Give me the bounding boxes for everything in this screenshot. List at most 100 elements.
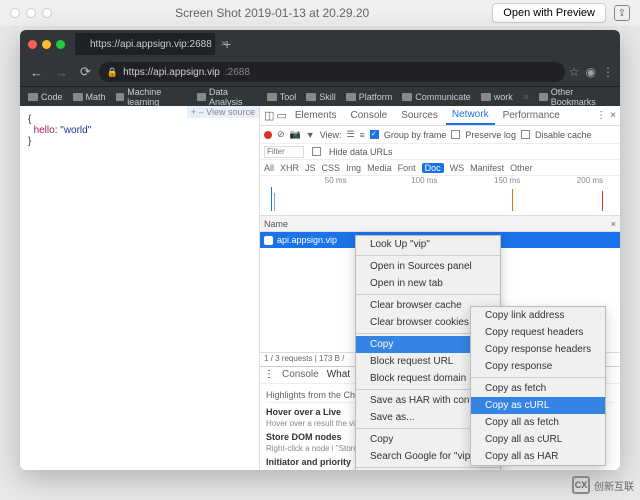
devtools-close-icon[interactable]: × <box>610 110 616 121</box>
bookmark-folder[interactable]: Skill <box>306 92 336 102</box>
type-js[interactable]: JS <box>305 163 316 173</box>
timeline-bar <box>271 187 272 211</box>
filter-input[interactable] <box>264 146 304 158</box>
type-xhr[interactable]: XHR <box>280 163 299 173</box>
ctx-copy-fetch[interactable]: Copy as fetch <box>471 380 605 397</box>
ctx-copy-curl[interactable]: Copy as cURL <box>471 397 605 414</box>
type-font[interactable]: Font <box>398 163 416 173</box>
tab-elements[interactable]: Elements <box>289 107 343 124</box>
network-timeline[interactable]: 50 ms 100 ms 150 ms 200 ms <box>260 176 620 216</box>
timeline-bar <box>602 191 603 211</box>
record-button[interactable] <box>264 131 272 139</box>
network-toolbar: ⊘ 📷 ▼ View: ☰ ≡ Group by frame Preserve … <box>260 126 620 144</box>
open-with-preview-button[interactable]: Open with Preview <box>492 3 606 23</box>
view-label: View: <box>320 130 342 140</box>
capture-button[interactable]: 📷 <box>290 129 301 140</box>
minimize-icon[interactable] <box>42 40 51 49</box>
close-dot[interactable] <box>10 8 20 18</box>
disable-cache-checkbox[interactable] <box>521 130 530 139</box>
menu-icon[interactable]: ⋮ <box>602 65 614 79</box>
device-icon[interactable]: ▭ <box>276 109 286 122</box>
bookmark-folder[interactable]: Data Analysis <box>197 87 256 107</box>
tab-performance[interactable]: Performance <box>497 107 566 124</box>
ctx-open-tab[interactable]: Open in new tab <box>356 275 500 292</box>
forward-button[interactable]: → <box>51 65 72 80</box>
browser-tab[interactable]: https://api.appsign.vip:2688 × <box>75 33 215 55</box>
macos-window-controls[interactable] <box>10 8 52 18</box>
type-css[interactable]: CSS <box>322 163 341 173</box>
bookmarks-bar: Code Math Machine learning Data Analysis… <box>20 86 620 106</box>
url-host: https://api.appsign.vip <box>123 67 220 78</box>
close-icon[interactable] <box>28 40 37 49</box>
devtools-menu-icon[interactable]: ⋮ <box>596 110 606 121</box>
ctx-lookup[interactable]: Look Up "vip" <box>356 236 500 253</box>
profile-icon[interactable]: ◉ <box>586 65 596 79</box>
zoom-dot[interactable] <box>42 8 52 18</box>
browser-tabbar: https://api.appsign.vip:2688 × + <box>20 30 620 58</box>
view-source-label[interactable]: + – View source <box>187 106 259 118</box>
filter-icon[interactable]: ▼ <box>306 130 315 140</box>
browser-window-controls[interactable] <box>28 40 65 49</box>
lock-icon: 🔒 <box>107 67 118 78</box>
ctx-copy-resp-headers[interactable]: Copy response headers <box>471 341 605 358</box>
request-table-header[interactable]: Name × <box>260 216 620 232</box>
share-icon[interactable]: ⇪ <box>614 5 630 21</box>
bookmark-folder[interactable]: work <box>481 92 513 102</box>
group-checkbox[interactable] <box>370 130 379 139</box>
tab-console[interactable]: Console <box>345 107 394 124</box>
ctx-copy-all-har[interactable]: Copy all as HAR <box>471 448 605 465</box>
json-line: } <box>28 136 251 147</box>
ctx-copy-all-curl[interactable]: Copy all as cURL <box>471 431 605 448</box>
ctx-copy-response[interactable]: Copy response <box>471 358 605 375</box>
page-content: + – View source { hello: "world" } <box>20 106 260 470</box>
copy-submenu: Copy link address Copy request headers C… <box>470 306 606 466</box>
back-button[interactable]: ← <box>26 65 47 80</box>
drawer-menu-icon[interactable]: ⋮ <box>264 369 274 380</box>
type-other[interactable]: Other <box>510 163 533 173</box>
type-manifest[interactable]: Manifest <box>470 163 504 173</box>
tab-network[interactable]: Network <box>446 106 495 125</box>
browser-window: https://api.appsign.vip:2688 × + ← → ⟳ 🔒… <box>20 30 620 470</box>
ctx-open-sources[interactable]: Open in Sources panel <box>356 258 500 275</box>
bookmark-folder[interactable]: Math <box>73 92 106 102</box>
type-ws[interactable]: WS <box>450 163 465 173</box>
bookmark-folder[interactable]: Tool <box>267 92 297 102</box>
tab-sources[interactable]: Sources <box>395 107 444 124</box>
inspect-icon[interactable]: ◫ <box>264 109 274 122</box>
new-tab-button[interactable]: + <box>215 36 239 52</box>
disable-cache-label: Disable cache <box>535 130 592 140</box>
type-doc[interactable]: Doc <box>422 163 444 173</box>
timeline-bar <box>274 193 275 211</box>
star-icon[interactable]: ☆ <box>569 65 580 79</box>
drawer-tab-console[interactable]: Console <box>282 369 319 380</box>
tab-title: https://api.appsign.vip:2688 <box>90 39 212 50</box>
folder-icon <box>267 93 277 101</box>
ctx-copy-link[interactable]: Copy link address <box>471 307 605 324</box>
type-media[interactable]: Media <box>367 163 392 173</box>
bookmark-folder[interactable]: Code <box>28 92 63 102</box>
overflow-icon[interactable]: » <box>523 91 529 103</box>
folder-icon <box>481 93 491 101</box>
view-large-icon[interactable]: ☰ <box>347 129 355 140</box>
drawer-tab-whatsnew[interactable]: What <box>327 369 350 380</box>
ctx-copy-all-fetch[interactable]: Copy all as fetch <box>471 414 605 431</box>
filter-bar: Hide data URLs <box>260 144 620 160</box>
type-all[interactable]: All <box>264 163 274 173</box>
maximize-icon[interactable] <box>56 40 65 49</box>
minimize-dot[interactable] <box>26 8 36 18</box>
watermark: CX 创新互联 <box>572 476 634 494</box>
url-field[interactable]: 🔒 https://api.appsign.vip:2688 <box>99 62 565 82</box>
clear-button[interactable]: ⊘ <box>277 129 285 140</box>
group-label: Group by frame <box>384 130 447 140</box>
bookmark-folder[interactable]: Communicate <box>402 92 471 102</box>
view-small-icon[interactable]: ≡ <box>360 130 365 140</box>
folder-icon <box>197 93 206 101</box>
type-img[interactable]: Img <box>346 163 361 173</box>
bookmark-folder[interactable]: Machine learning <box>116 87 188 107</box>
hide-urls-checkbox[interactable] <box>312 147 321 156</box>
other-bookmarks[interactable]: Other Bookmarks <box>539 87 612 107</box>
reload-button[interactable]: ⟳ <box>76 64 95 80</box>
preserve-checkbox[interactable] <box>451 130 460 139</box>
ctx-copy-req-headers[interactable]: Copy request headers <box>471 324 605 341</box>
bookmark-folder[interactable]: Platform <box>346 92 393 102</box>
